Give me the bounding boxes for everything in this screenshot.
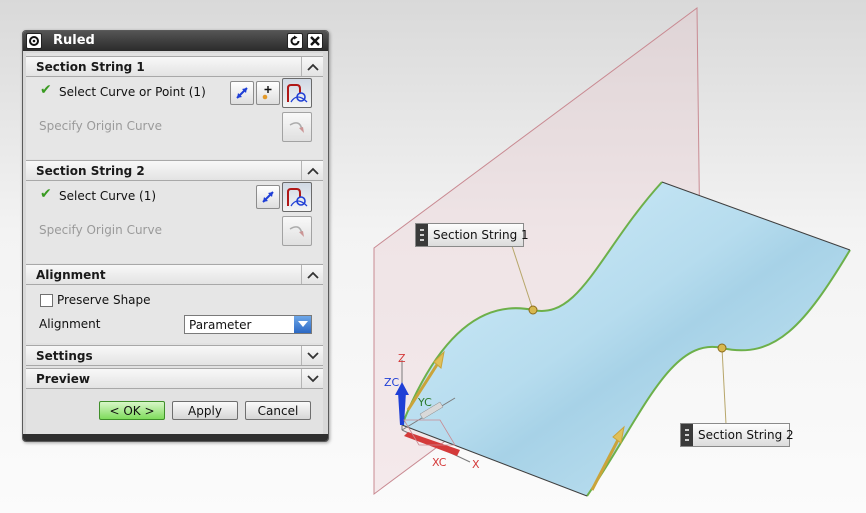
- point-dialog-button[interactable]: [256, 81, 280, 105]
- checkmark-icon: ✔: [40, 186, 52, 202]
- dialog-title: Ruled: [53, 33, 95, 48]
- alignment-body: Preserve Shape Alignment Parameter: [26, 285, 323, 343]
- section-header-label: Alignment: [36, 268, 106, 282]
- section-header-label: Section String 1: [36, 60, 145, 74]
- reverse-direction-button[interactable]: [256, 185, 280, 209]
- chevron-down-icon[interactable]: [301, 346, 323, 365]
- cancel-button[interactable]: Cancel: [245, 401, 311, 420]
- section-curve-button[interactable]: [282, 78, 312, 108]
- alignment-label: Alignment: [39, 317, 101, 331]
- alignment-header[interactable]: Alignment: [26, 264, 323, 285]
- settings-header[interactable]: Settings: [26, 345, 323, 366]
- origin-point-2[interactable]: [717, 343, 727, 353]
- section-curve-button[interactable]: [282, 182, 312, 212]
- section-header-label: Section String 2: [36, 164, 145, 178]
- origin-curve-icon: [289, 122, 304, 133]
- section-string-1-body: ✔ Select Curve or Point (1) Specify Orig…: [26, 77, 323, 159]
- alignment-select[interactable]: Parameter: [184, 315, 312, 334]
- section-string-2-header[interactable]: Section String 2: [26, 160, 323, 181]
- axis-label-x: X: [472, 458, 480, 471]
- dropdown-arrow-icon[interactable]: [294, 316, 311, 333]
- preserve-shape-label: Preserve Shape: [57, 293, 151, 307]
- dialog-body: Section String 1 ✔ Select Curve or Point…: [26, 53, 323, 435]
- ok-button[interactable]: < OK >: [99, 401, 165, 420]
- leader-line-2: [721, 347, 727, 425]
- axis-label-xc: XC: [432, 456, 447, 469]
- point-constructor-icon: [262, 86, 272, 100]
- origin-curve-icon: [289, 226, 304, 237]
- section-string-2-body: ✔ Select Curve (1) Specify Origin Curve: [26, 181, 323, 263]
- reverse-direction-icon: [262, 191, 274, 203]
- select-curve-or-point-label: Select Curve or Point (1): [59, 85, 206, 99]
- callout-label: Section String 1: [433, 228, 529, 242]
- section-curve-icon: [287, 188, 308, 207]
- section-header-label: Preview: [36, 372, 91, 386]
- reset-icon[interactable]: [287, 33, 303, 49]
- axis-label-z: Z: [398, 352, 406, 365]
- preview-header[interactable]: Preview: [26, 368, 323, 389]
- close-icon[interactable]: [307, 33, 323, 49]
- callout-section-string-1[interactable]: Section String 1: [415, 223, 529, 247]
- select-curve-label: Select Curve (1): [59, 189, 157, 203]
- dialog-footer-bar: [23, 434, 328, 441]
- preserve-shape-checkbox[interactable]: [40, 294, 53, 307]
- reverse-direction-icon: [236, 87, 248, 99]
- axis-label-zc: ZC: [384, 376, 400, 389]
- chevron-up-icon[interactable]: [301, 57, 323, 76]
- chevron-up-icon[interactable]: [301, 265, 323, 284]
- section-header-label: Settings: [36, 349, 93, 363]
- section-string-1-header[interactable]: Section String 1: [26, 56, 323, 77]
- callout-label: Section String 2: [698, 428, 794, 442]
- specify-origin-curve-label: Specify Origin Curve: [39, 119, 162, 133]
- dialog-titlebar[interactable]: Ruled: [23, 31, 328, 51]
- specify-origin-curve-button[interactable]: [282, 112, 312, 142]
- grip-icon: [681, 424, 693, 446]
- chevron-down-icon[interactable]: [301, 369, 323, 388]
- alignment-select-value: Parameter: [189, 318, 252, 332]
- apply-button[interactable]: Apply: [172, 401, 238, 420]
- reverse-direction-button[interactable]: [230, 81, 254, 105]
- checkmark-icon: ✔: [40, 82, 52, 98]
- gear-icon[interactable]: [26, 33, 42, 49]
- chevron-up-icon[interactable]: [301, 161, 323, 180]
- specify-origin-curve-label: Specify Origin Curve: [39, 223, 162, 237]
- grip-icon: [416, 224, 428, 246]
- section-curve-icon: [287, 84, 308, 103]
- origin-point-1[interactable]: [528, 305, 538, 315]
- ruled-dialog: Ruled Section String 1 ✔ Select Curve or…: [22, 30, 329, 442]
- specify-origin-curve-button[interactable]: [282, 216, 312, 246]
- axis-label-yc: YC: [417, 396, 432, 409]
- callout-section-string-2[interactable]: Section String 2: [680, 423, 794, 447]
